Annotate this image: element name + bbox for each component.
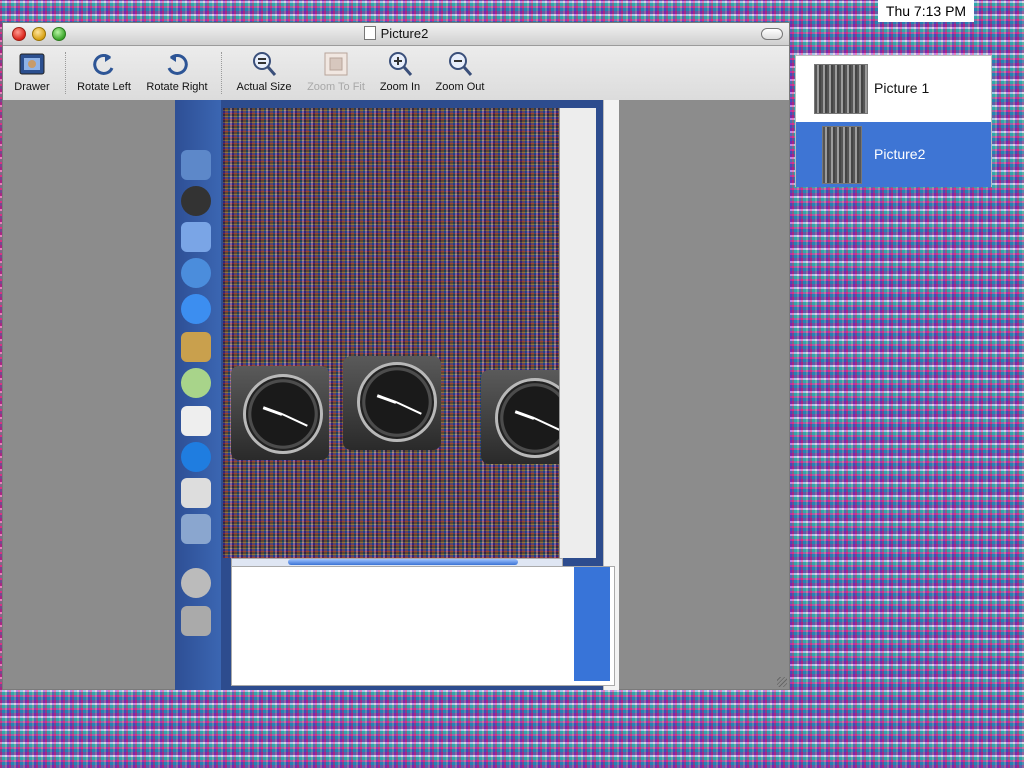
clock-face-icon	[357, 362, 437, 442]
inner-thumbnail	[574, 567, 610, 681]
drawer-item-label: Picture2	[874, 146, 926, 162]
toolbar-separator	[65, 52, 66, 94]
rotate-left-label: Rotate Left	[77, 81, 131, 93]
zoom-in-icon	[386, 50, 414, 78]
rotate-left-button[interactable]: Rotate Left	[73, 50, 135, 93]
preview-window: Picture2 Drawer Rotate Left Rotate Right	[2, 22, 790, 690]
toolbar-toggle-button[interactable]	[761, 28, 783, 40]
toolbar-separator	[221, 52, 222, 94]
drawer-item-label: Picture 1	[874, 80, 930, 96]
finder-icon	[181, 150, 211, 180]
document-canvas[interactable]	[3, 100, 789, 690]
zoom-to-fit-icon	[322, 50, 350, 78]
safari-icon	[181, 258, 211, 288]
zoom-to-fit-label: Zoom To Fit	[307, 81, 365, 93]
zoom-out-icon	[446, 50, 474, 78]
rotate-left-icon	[90, 50, 118, 78]
corrupted-screenshot	[223, 108, 579, 558]
drawer-button-label: Drawer	[14, 81, 50, 93]
preview-icon	[181, 478, 211, 508]
document-proxy-icon[interactable]	[363, 26, 376, 40]
title-bar[interactable]: Picture2	[3, 23, 789, 46]
clock-face-icon	[243, 374, 323, 454]
drawer-item-picture2[interactable]: Picture2	[796, 122, 991, 187]
document-image	[175, 100, 619, 690]
dock-image	[175, 100, 221, 690]
mail-icon	[181, 222, 211, 252]
iphoto-icon	[181, 514, 211, 544]
zoom-in-label: Zoom In	[379, 81, 421, 93]
ical-icon	[181, 406, 211, 436]
zoom-in-button[interactable]: Zoom In	[375, 50, 425, 93]
actual-size-label: Actual Size	[236, 81, 292, 93]
zoom-to-fit-button[interactable]: Zoom To Fit	[301, 50, 371, 93]
address-book-icon	[181, 332, 211, 362]
rotate-right-label: Rotate Right	[146, 81, 208, 93]
resize-grip[interactable]	[777, 677, 787, 687]
inner-drawer-image	[231, 566, 615, 686]
rotated-toolbar-image	[559, 108, 596, 558]
toolbar: Drawer Rotate Left Rotate Right Actual S…	[3, 46, 789, 101]
rotate-right-button[interactable]: Rotate Right	[141, 50, 213, 93]
thumbnail-drawer: Picture 1 Picture2	[795, 55, 992, 187]
ichat-icon	[181, 294, 211, 324]
actual-size-button[interactable]: Actual Size	[231, 50, 297, 93]
picture2-thumbnail	[822, 126, 862, 184]
system-prefs-icon	[181, 568, 211, 598]
zoom-out-label: Zoom Out	[435, 81, 485, 93]
window-title-text: Picture2	[380, 26, 429, 41]
window-title: Picture2	[3, 23, 789, 45]
rotate-right-icon	[163, 50, 191, 78]
drawer-button[interactable]: Drawer	[11, 50, 53, 93]
drawer-icon	[18, 50, 46, 78]
trash-icon	[181, 606, 211, 636]
compass-icon	[181, 186, 211, 216]
actual-size-icon	[250, 50, 278, 78]
menubar-clock[interactable]: Thu 7:13 PM	[878, 0, 974, 22]
itunes-icon	[181, 368, 211, 398]
quicktime-icon	[181, 442, 211, 472]
picture-1-thumbnail	[814, 64, 868, 114]
inner-scroll-thumb	[288, 559, 518, 565]
drawer-item-picture-1[interactable]: Picture 1	[796, 56, 991, 121]
zoom-out-button[interactable]: Zoom Out	[431, 50, 489, 93]
